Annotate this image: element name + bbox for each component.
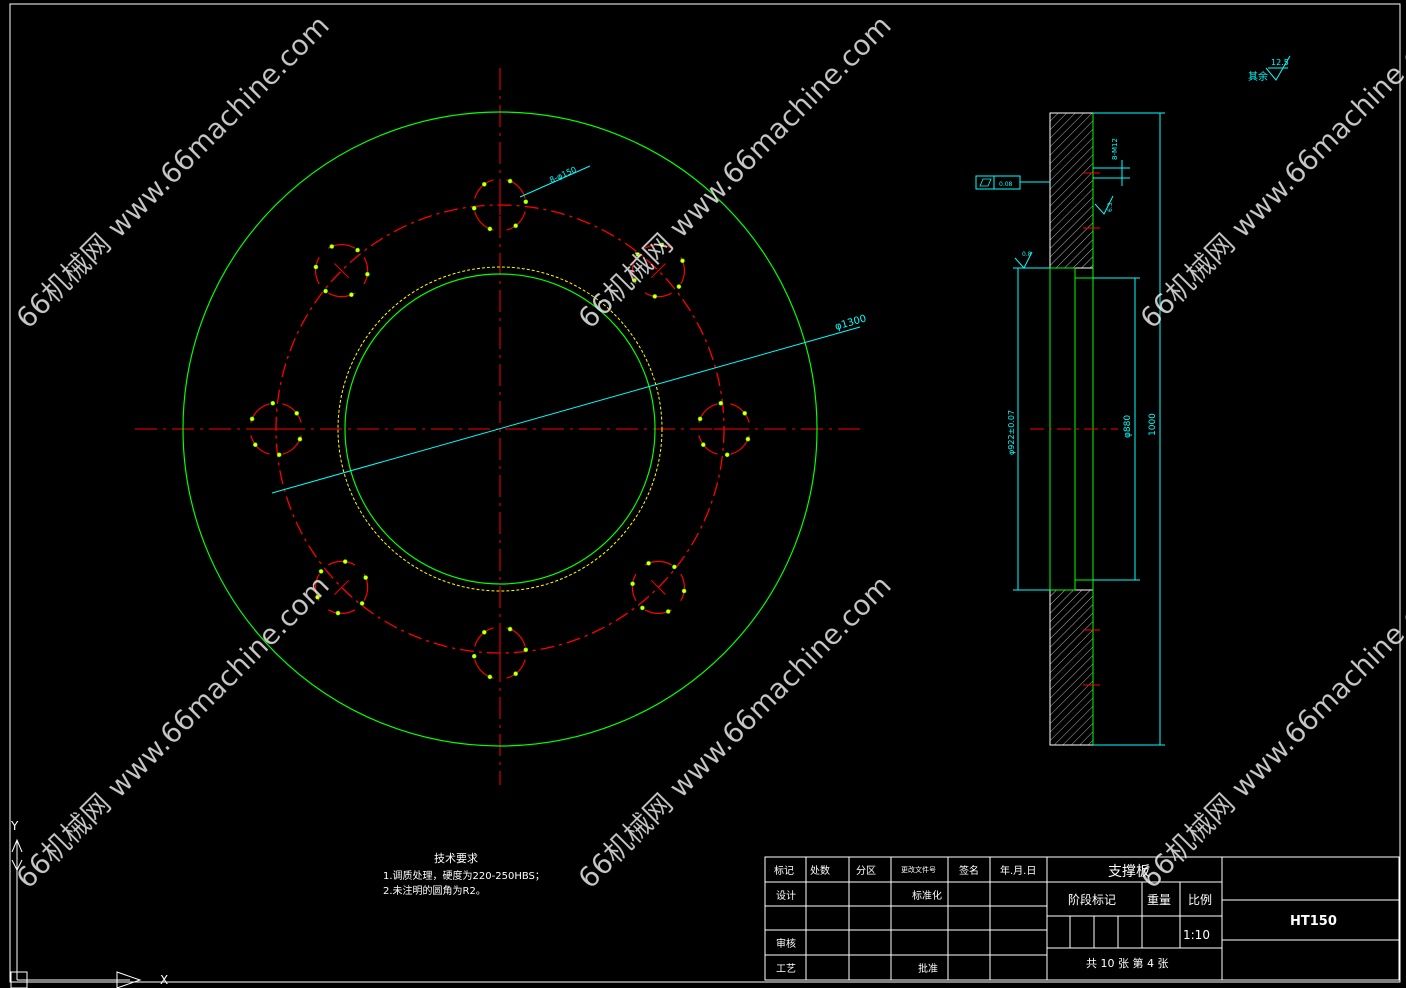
section-hatch-bottom — [1049, 589, 1094, 746]
tb-header-date: 年.月.日 — [1000, 864, 1036, 877]
title-block-text: 标记 处数 分区 更改文件号 签名 年.月.日 设计 标准化 审核 工艺 批准 … — [774, 864, 1337, 975]
tb-scale-label: 比例 — [1188, 893, 1212, 907]
holes-dim-label: 8-φ150 — [548, 165, 578, 185]
section-bore-outline — [1050, 267, 1093, 279]
flatness-tolerance-frame — [975, 175, 1021, 190]
tb-header-count: 处数 — [810, 864, 830, 877]
tb-material: HT150 — [1290, 914, 1337, 929]
watermark-6: 66机械网 www.66machine.com — [1134, 569, 1406, 895]
flatness-icon — [979, 178, 992, 187]
outer-diameter-dim-line — [271, 326, 861, 494]
tb-design: 设计 — [776, 889, 796, 902]
section-bore-outline-bottom — [1050, 579, 1093, 591]
watermark-2: 66机械网 www.66machine.com — [572, 9, 898, 335]
section-hatch-top — [1049, 112, 1094, 269]
cad-drawing-canvas[interactable]: φ1300 8-φ150 1000 φ880 φ922±0.07 8-M12 0… — [0, 0, 1406, 988]
watermarks: 66机械网 www.66machine.com 66机械网 www.66mach… — [9, 9, 1406, 896]
roughness-rest-label: 其余 — [1248, 70, 1268, 83]
mounting-hole — [313, 244, 370, 298]
mounting-hole — [630, 560, 687, 614]
notes-line-1: 1.调质处理，硬度为220-250HBS； — [383, 869, 545, 882]
tb-header-docno: 更改文件号 — [901, 865, 936, 874]
section-inner-diameter-label: φ880 — [1123, 415, 1133, 438]
notes-line-2: 2.未注明的圆角为R2。 — [383, 884, 486, 897]
tb-sheets: 共 10 张 第 4 张 — [1086, 956, 1168, 970]
watermark-1: 66机械网 www.66machine.com — [10, 9, 336, 335]
watermark-3: 66机械网 www.66machine.com — [1134, 9, 1406, 335]
flatness-value: 0.08 — [999, 181, 1013, 188]
ucs-icon: Y X — [10, 819, 168, 988]
section-bore-diameter-label: φ922±0.07 — [1007, 410, 1016, 455]
tb-process: 工艺 — [776, 963, 796, 975]
roughness-rest-value: 12.5 — [1271, 58, 1289, 67]
svg-text:Y: Y — [10, 819, 19, 833]
section-height-label: 1000 — [1148, 413, 1158, 436]
notes-title: 技术要求 — [434, 852, 478, 865]
roughness-bore-value: 0.8 — [1022, 251, 1032, 258]
roughness-face-value: 6.3 — [1107, 202, 1114, 212]
tb-scale: 1:10 — [1183, 928, 1210, 942]
section-view: 1000 φ880 φ922±0.07 8-M12 0.08 6.3 0.8 其… — [975, 55, 1291, 746]
tb-header-mark: 标记 — [774, 865, 794, 877]
technical-notes: 技术要求 1.调质处理，硬度为220-250HBS； 2.未注明的圆角为R2。 — [383, 852, 545, 897]
tb-header-sign: 签名 — [959, 864, 979, 877]
svg-text:X: X — [160, 973, 168, 987]
watermark-4: 66机械网 www.66machine.com — [10, 569, 336, 895]
tb-stage-mark: 阶段标记 — [1068, 892, 1116, 907]
tb-standard: 标准化 — [912, 889, 942, 902]
section-bolt-label: 8-M12 — [1111, 138, 1119, 160]
tb-review: 审核 — [776, 937, 796, 950]
tb-weight: 重量 — [1147, 893, 1171, 907]
tb-approve: 批准 — [918, 962, 938, 975]
tb-header-zone: 分区 — [856, 865, 876, 877]
